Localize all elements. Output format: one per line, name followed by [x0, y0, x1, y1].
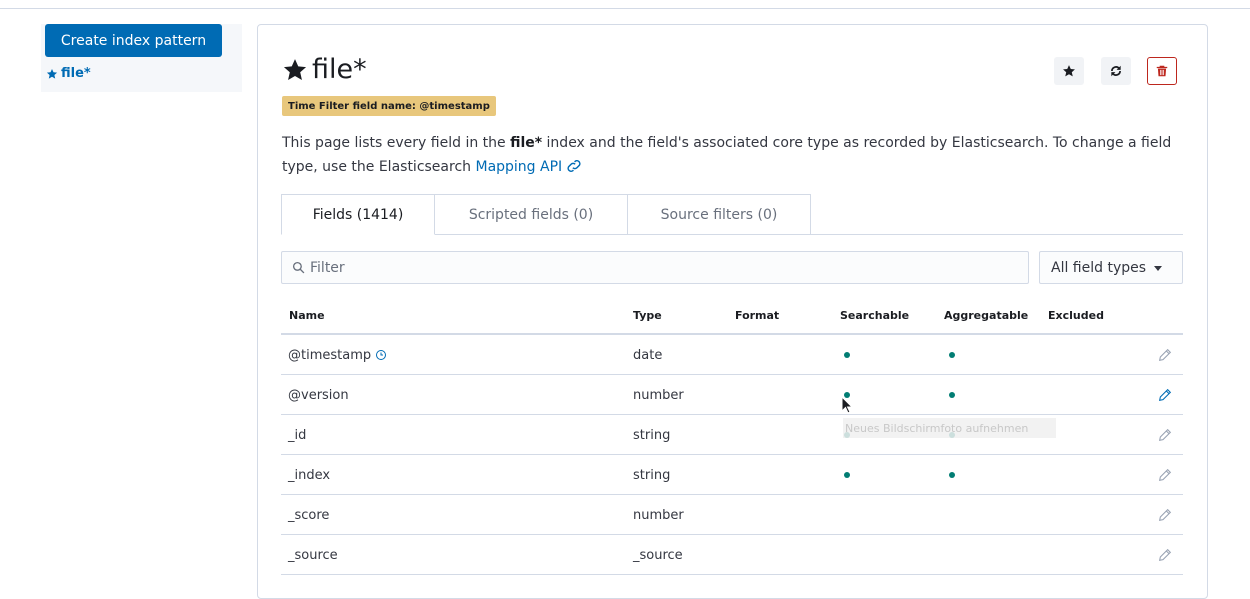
field-type: _source [633, 547, 683, 563]
page-description: This page lists every field in the file*… [282, 135, 1172, 175]
edit-field-button[interactable] [1157, 427, 1173, 443]
chevron-down-icon [1154, 266, 1163, 271]
table-row: _score number [281, 495, 1183, 535]
aggregatable-indicator [949, 352, 955, 358]
aggregatable-indicator [949, 392, 955, 398]
field-type: string [633, 467, 671, 483]
pencil-icon [1158, 348, 1172, 362]
table-row: _source _source [281, 535, 1183, 575]
edit-field-button[interactable] [1157, 507, 1173, 523]
searchable-indicator [844, 472, 850, 478]
tab-bar: Fields (1414) Scripted fields (0) Source… [281, 194, 811, 235]
filter-field[interactable] [281, 251, 1029, 284]
edit-field-button[interactable] [1157, 387, 1173, 403]
field-type: number [633, 507, 684, 523]
field-type-select[interactable]: All field types [1039, 251, 1183, 284]
create-index-pattern-button[interactable]: Create index pattern [45, 24, 222, 57]
tab-source-filters[interactable]: Source filters (0) [628, 194, 811, 235]
edit-field-button[interactable] [1157, 547, 1173, 563]
top-divider [0, 8, 1250, 9]
refresh-icon [1111, 65, 1121, 77]
table-row: @timestamp date [281, 335, 1183, 375]
field-name: @timestamp [288, 335, 387, 375]
star-icon [1063, 65, 1075, 77]
tooltip: Neues Bildschirmfoto aufnehmen [843, 418, 1056, 438]
column-header-type[interactable]: Type [633, 309, 662, 322]
pencil-icon [1158, 428, 1172, 442]
field-name: _score [288, 507, 330, 523]
clock-icon [376, 350, 387, 360]
column-header-searchable[interactable]: Searchable [840, 309, 909, 322]
star-icon [283, 58, 307, 80]
page-title-text: file* [312, 54, 367, 85]
column-header-excluded[interactable]: Excluded [1048, 309, 1104, 322]
pencil-icon [1158, 548, 1172, 562]
field-type: date [633, 347, 663, 363]
table-row: _index string [281, 455, 1183, 495]
pencil-icon [1158, 468, 1172, 482]
pencil-icon [1158, 508, 1172, 522]
column-header-name[interactable]: Name [289, 309, 325, 322]
filter-input[interactable] [310, 259, 1010, 276]
column-header-aggregatable[interactable]: Aggregatable [944, 309, 1028, 322]
column-header-format[interactable]: Format [735, 309, 779, 322]
field-name: @version [288, 387, 349, 403]
tab-scripted-fields[interactable]: Scripted fields (0) [435, 194, 628, 235]
trash-icon [1156, 65, 1168, 77]
mapping-api-link[interactable]: Mapping API [475, 159, 581, 175]
sidebar-item-index-pattern[interactable]: file* [46, 66, 91, 81]
refresh-fields-button[interactable] [1101, 57, 1131, 85]
delete-index-pattern-button[interactable] [1147, 57, 1177, 85]
time-filter-badge: Time Filter field name: @timestamp [282, 96, 496, 116]
star-icon [46, 68, 58, 79]
link-icon [567, 160, 581, 172]
search-icon [292, 261, 305, 274]
searchable-indicator [844, 352, 850, 358]
sidebar-item-label: file* [61, 66, 91, 81]
page-title: file* [282, 54, 367, 85]
field-type: number [633, 387, 684, 403]
field-name: _source [288, 547, 338, 563]
table-row: @version number [281, 375, 1183, 415]
mouse-cursor-icon [841, 396, 853, 414]
aggregatable-indicator [949, 472, 955, 478]
field-type: string [633, 427, 671, 443]
field-type-select-value: All field types [1051, 259, 1147, 276]
tab-fields[interactable]: Fields (1414) [281, 194, 435, 235]
set-default-button[interactable] [1054, 57, 1084, 85]
tab-divider [810, 234, 1183, 235]
edit-field-button[interactable] [1157, 347, 1173, 363]
field-name: _id [288, 427, 307, 443]
pencil-icon [1158, 388, 1172, 402]
edit-field-button[interactable] [1157, 467, 1173, 483]
field-name: _index [288, 467, 331, 483]
